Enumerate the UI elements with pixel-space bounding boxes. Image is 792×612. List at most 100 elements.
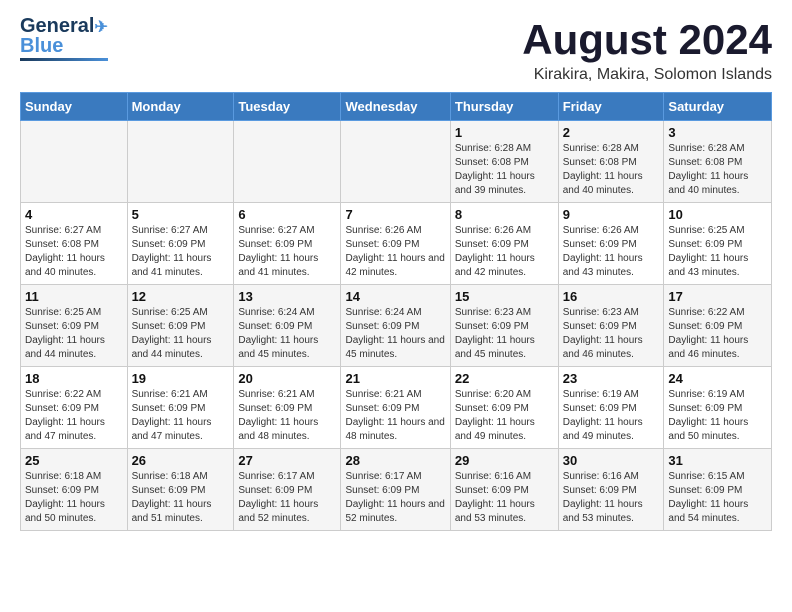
day-info: Sunrise: 6:26 AMSunset: 6:09 PMDaylight:… (345, 224, 445, 280)
logo: General✈ Blue (20, 16, 108, 61)
day-number: 30 (563, 453, 660, 468)
calendar-body: 1 Sunrise: 6:28 AMSunset: 6:08 PMDayligh… (21, 121, 772, 531)
day-info: Sunrise: 6:21 AMSunset: 6:09 PMDaylight:… (132, 388, 230, 444)
calendar-cell: 1 Sunrise: 6:28 AMSunset: 6:08 PMDayligh… (450, 121, 558, 203)
day-number: 26 (132, 453, 230, 468)
day-info: Sunrise: 6:26 AMSunset: 6:09 PMDaylight:… (563, 224, 660, 280)
calendar-table: SundayMondayTuesdayWednesdayThursdayFrid… (20, 92, 772, 531)
calendar-cell: 16 Sunrise: 6:23 AMSunset: 6:09 PMDaylig… (558, 285, 664, 367)
calendar-week-5: 25 Sunrise: 6:18 AMSunset: 6:09 PMDaylig… (21, 449, 772, 531)
day-number: 3 (668, 125, 767, 140)
day-info: Sunrise: 6:17 AMSunset: 6:09 PMDaylight:… (345, 470, 445, 526)
calendar-cell: 20 Sunrise: 6:21 AMSunset: 6:09 PMDaylig… (234, 367, 341, 449)
day-number: 28 (345, 453, 445, 468)
day-number: 2 (563, 125, 660, 140)
day-info: Sunrise: 6:24 AMSunset: 6:09 PMDaylight:… (345, 306, 445, 362)
day-info: Sunrise: 6:25 AMSunset: 6:09 PMDaylight:… (25, 306, 123, 362)
day-number: 20 (238, 371, 336, 386)
calendar-cell: 15 Sunrise: 6:23 AMSunset: 6:09 PMDaylig… (450, 285, 558, 367)
day-number: 22 (455, 371, 554, 386)
calendar-cell: 10 Sunrise: 6:25 AMSunset: 6:09 PMDaylig… (664, 203, 772, 285)
calendar-cell: 21 Sunrise: 6:21 AMSunset: 6:09 PMDaylig… (341, 367, 450, 449)
day-number: 17 (668, 289, 767, 304)
weekday-header-monday: Monday (127, 93, 234, 121)
day-info: Sunrise: 6:25 AMSunset: 6:09 PMDaylight:… (668, 224, 767, 280)
calendar-week-2: 4 Sunrise: 6:27 AMSunset: 6:08 PMDayligh… (21, 203, 772, 285)
day-number: 7 (345, 207, 445, 222)
weekday-row: SundayMondayTuesdayWednesdayThursdayFrid… (21, 93, 772, 121)
calendar-cell: 5 Sunrise: 6:27 AMSunset: 6:09 PMDayligh… (127, 203, 234, 285)
weekday-header-wednesday: Wednesday (341, 93, 450, 121)
day-number: 4 (25, 207, 123, 222)
weekday-header-saturday: Saturday (664, 93, 772, 121)
day-number: 18 (25, 371, 123, 386)
calendar-cell: 24 Sunrise: 6:19 AMSunset: 6:09 PMDaylig… (664, 367, 772, 449)
logo-general: General (20, 15, 94, 37)
day-info: Sunrise: 6:24 AMSunset: 6:09 PMDaylight:… (238, 306, 336, 362)
day-info: Sunrise: 6:16 AMSunset: 6:09 PMDaylight:… (563, 470, 660, 526)
calendar-cell: 18 Sunrise: 6:22 AMSunset: 6:09 PMDaylig… (21, 367, 128, 449)
calendar-cell: 13 Sunrise: 6:24 AMSunset: 6:09 PMDaylig… (234, 285, 341, 367)
subtitle: Kirakira, Makira, Solomon Islands (522, 66, 772, 84)
calendar-cell (341, 121, 450, 203)
calendar-week-4: 18 Sunrise: 6:22 AMSunset: 6:09 PMDaylig… (21, 367, 772, 449)
weekday-header-thursday: Thursday (450, 93, 558, 121)
calendar-cell: 12 Sunrise: 6:25 AMSunset: 6:09 PMDaylig… (127, 285, 234, 367)
day-info: Sunrise: 6:28 AMSunset: 6:08 PMDaylight:… (668, 142, 767, 198)
main-title: August 2024 (522, 16, 772, 64)
calendar-cell: 3 Sunrise: 6:28 AMSunset: 6:08 PMDayligh… (664, 121, 772, 203)
header: General✈ Blue August 2024 Kirakira, Maki… (20, 16, 772, 84)
day-number: 1 (455, 125, 554, 140)
calendar-week-1: 1 Sunrise: 6:28 AMSunset: 6:08 PMDayligh… (21, 121, 772, 203)
day-info: Sunrise: 6:21 AMSunset: 6:09 PMDaylight:… (345, 388, 445, 444)
day-info: Sunrise: 6:20 AMSunset: 6:09 PMDaylight:… (455, 388, 554, 444)
day-number: 31 (668, 453, 767, 468)
calendar-cell: 23 Sunrise: 6:19 AMSunset: 6:09 PMDaylig… (558, 367, 664, 449)
day-info: Sunrise: 6:18 AMSunset: 6:09 PMDaylight:… (25, 470, 123, 526)
day-info: Sunrise: 6:25 AMSunset: 6:09 PMDaylight:… (132, 306, 230, 362)
calendar-cell: 22 Sunrise: 6:20 AMSunset: 6:09 PMDaylig… (450, 367, 558, 449)
calendar-cell: 19 Sunrise: 6:21 AMSunset: 6:09 PMDaylig… (127, 367, 234, 449)
calendar-header: SundayMondayTuesdayWednesdayThursdayFrid… (21, 93, 772, 121)
day-number: 14 (345, 289, 445, 304)
calendar-cell: 30 Sunrise: 6:16 AMSunset: 6:09 PMDaylig… (558, 449, 664, 531)
calendar-cell: 8 Sunrise: 6:26 AMSunset: 6:09 PMDayligh… (450, 203, 558, 285)
day-number: 25 (25, 453, 123, 468)
day-number: 10 (668, 207, 767, 222)
calendar-cell: 26 Sunrise: 6:18 AMSunset: 6:09 PMDaylig… (127, 449, 234, 531)
day-number: 23 (563, 371, 660, 386)
calendar-cell: 29 Sunrise: 6:16 AMSunset: 6:09 PMDaylig… (450, 449, 558, 531)
day-number: 11 (25, 289, 123, 304)
calendar-cell: 14 Sunrise: 6:24 AMSunset: 6:09 PMDaylig… (341, 285, 450, 367)
logo-underline (20, 58, 108, 61)
day-number: 15 (455, 289, 554, 304)
day-info: Sunrise: 6:18 AMSunset: 6:09 PMDaylight:… (132, 470, 230, 526)
day-number: 12 (132, 289, 230, 304)
day-info: Sunrise: 6:27 AMSunset: 6:09 PMDaylight:… (132, 224, 230, 280)
day-number: 27 (238, 453, 336, 468)
calendar-cell: 27 Sunrise: 6:17 AMSunset: 6:09 PMDaylig… (234, 449, 341, 531)
day-number: 9 (563, 207, 660, 222)
calendar-cell: 25 Sunrise: 6:18 AMSunset: 6:09 PMDaylig… (21, 449, 128, 531)
weekday-header-tuesday: Tuesday (234, 93, 341, 121)
day-info: Sunrise: 6:21 AMSunset: 6:09 PMDaylight:… (238, 388, 336, 444)
day-info: Sunrise: 6:28 AMSunset: 6:08 PMDaylight:… (455, 142, 554, 198)
day-number: 19 (132, 371, 230, 386)
calendar-cell (127, 121, 234, 203)
calendar-cell: 11 Sunrise: 6:25 AMSunset: 6:09 PMDaylig… (21, 285, 128, 367)
calendar-cell: 2 Sunrise: 6:28 AMSunset: 6:08 PMDayligh… (558, 121, 664, 203)
logo-bird-icon: ✈ (94, 19, 107, 36)
weekday-header-friday: Friday (558, 93, 664, 121)
day-info: Sunrise: 6:23 AMSunset: 6:09 PMDaylight:… (455, 306, 554, 362)
day-info: Sunrise: 6:15 AMSunset: 6:09 PMDaylight:… (668, 470, 767, 526)
day-info: Sunrise: 6:22 AMSunset: 6:09 PMDaylight:… (668, 306, 767, 362)
weekday-header-sunday: Sunday (21, 93, 128, 121)
calendar-cell: 17 Sunrise: 6:22 AMSunset: 6:09 PMDaylig… (664, 285, 772, 367)
title-section: August 2024 Kirakira, Makira, Solomon Is… (522, 16, 772, 84)
day-number: 24 (668, 371, 767, 386)
calendar-cell: 9 Sunrise: 6:26 AMSunset: 6:09 PMDayligh… (558, 203, 664, 285)
day-info: Sunrise: 6:28 AMSunset: 6:08 PMDaylight:… (563, 142, 660, 198)
calendar-cell: 4 Sunrise: 6:27 AMSunset: 6:08 PMDayligh… (21, 203, 128, 285)
day-number: 5 (132, 207, 230, 222)
day-number: 6 (238, 207, 336, 222)
